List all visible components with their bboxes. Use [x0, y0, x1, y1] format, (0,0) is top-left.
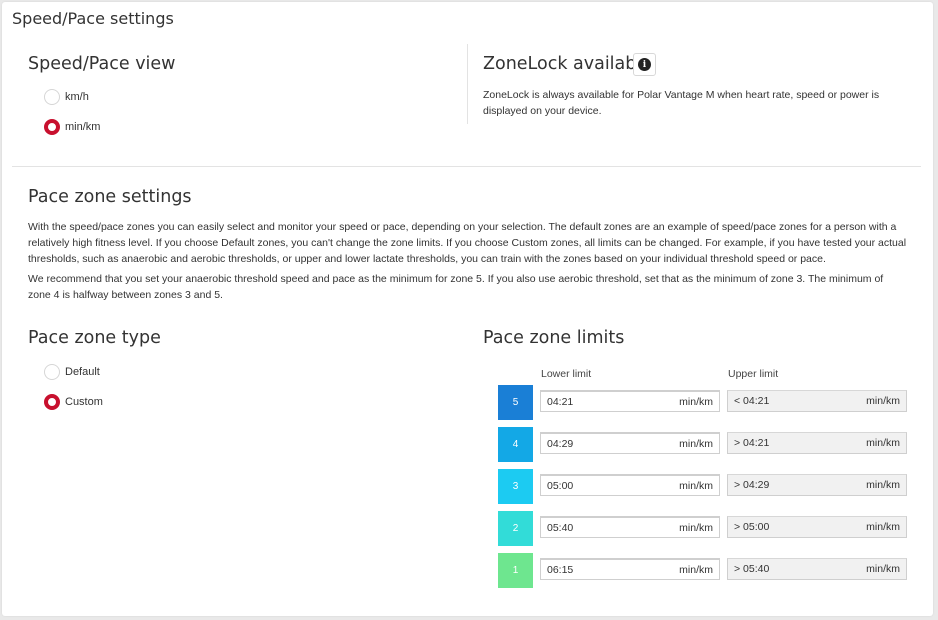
zone-5-lower-value: 04:21 [547, 395, 574, 408]
zone-1-upper-value: > 05:40 [734, 563, 770, 575]
zone-4-upper-field: > 04:21 min/km [727, 432, 907, 454]
zone-3-upper-unit: min/km [866, 479, 900, 491]
speed-view-heading: Speed/Pace view [28, 54, 176, 74]
zone-3-lower-unit: min/km [679, 479, 713, 492]
radio-default-label: Default [65, 366, 100, 378]
zone-3-lower-value: 05:00 [547, 479, 574, 492]
zone-1-lower-value: 06:15 [547, 563, 574, 576]
zone-1-badge: 1 [498, 553, 533, 588]
zone-3-upper-value: > 04:29 [734, 479, 770, 491]
lower-limit-label: Lower limit [541, 368, 592, 380]
info-circle-icon: i [638, 58, 651, 71]
upper-limit-label: Upper limit [728, 368, 779, 380]
radio-kmh-label: km/h [65, 91, 89, 103]
zone-3-badge: 3 [498, 469, 533, 504]
radio-minkm-label: min/km [65, 121, 101, 133]
zone-5-lower-input[interactable]: 04:21 min/km [540, 390, 720, 412]
zone-2-upper-field: > 05:00 min/km [727, 516, 907, 538]
radio-kmh-circle[interactable] [44, 89, 60, 105]
column-divider [467, 44, 468, 124]
zone-5-badge: 5 [498, 385, 533, 420]
pace-zone-description-2: We recommend that you set your anaerobic… [28, 273, 884, 301]
zone-1-upper-field: > 05:40 min/km [727, 558, 907, 580]
radio-custom-label: Custom [65, 396, 103, 408]
radio-kmh[interactable]: km/h [44, 89, 89, 105]
zonelock-description: ZoneLock is always available for Polar V… [483, 89, 880, 117]
zone-4-lower-value: 04:29 [547, 437, 574, 450]
zone-3-upper-field: > 04:29 min/km [727, 474, 907, 496]
zone-2-upper-value: > 05:00 [734, 521, 770, 533]
radio-custom-circle[interactable] [44, 394, 60, 410]
pace-zone-settings-heading: Pace zone settings [28, 187, 192, 207]
pace-zone-limits-heading: Pace zone limits [483, 328, 625, 348]
section-divider [12, 166, 921, 167]
page-title: Speed/Pace settings [12, 9, 174, 28]
info-button[interactable]: i [633, 53, 656, 76]
pace-zone-type-heading: Pace zone type [28, 328, 161, 348]
zone-4-lower-unit: min/km [679, 437, 713, 450]
zone-2-badge: 2 [498, 511, 533, 546]
zone-4-upper-value: > 04:21 [734, 437, 770, 449]
zone-2-lower-value: 05:40 [547, 521, 574, 534]
zone-4-upper-unit: min/km [866, 437, 900, 449]
zone-3-lower-input[interactable]: 05:00 min/km [540, 474, 720, 496]
zone-2-upper-unit: min/km [866, 521, 900, 533]
zone-1-upper-unit: min/km [866, 563, 900, 575]
radio-minkm-circle[interactable] [44, 119, 60, 135]
zone-2-lower-input[interactable]: 05:40 min/km [540, 516, 720, 538]
zone-4-lower-input[interactable]: 04:29 min/km [540, 432, 720, 454]
zone-1-lower-input[interactable]: 06:15 min/km [540, 558, 720, 580]
zone-5-upper-unit: min/km [866, 395, 900, 407]
zonelock-heading: ZoneLock available [483, 54, 653, 74]
radio-default-circle[interactable] [44, 364, 60, 380]
zone-2-lower-unit: min/km [679, 521, 713, 534]
radio-minkm[interactable]: min/km [44, 119, 100, 135]
zone-5-upper-field: < 04:21 min/km [727, 390, 907, 412]
zone-4-badge: 4 [498, 427, 533, 462]
zone-1-lower-unit: min/km [679, 563, 713, 576]
radio-custom[interactable]: Custom [44, 394, 103, 410]
pace-zone-description-1: With the speed/pace zones you can easily… [28, 221, 907, 265]
zone-5-lower-unit: min/km [679, 395, 713, 408]
radio-default[interactable]: Default [44, 364, 100, 380]
zone-5-upper-value: < 04:21 [734, 395, 770, 407]
